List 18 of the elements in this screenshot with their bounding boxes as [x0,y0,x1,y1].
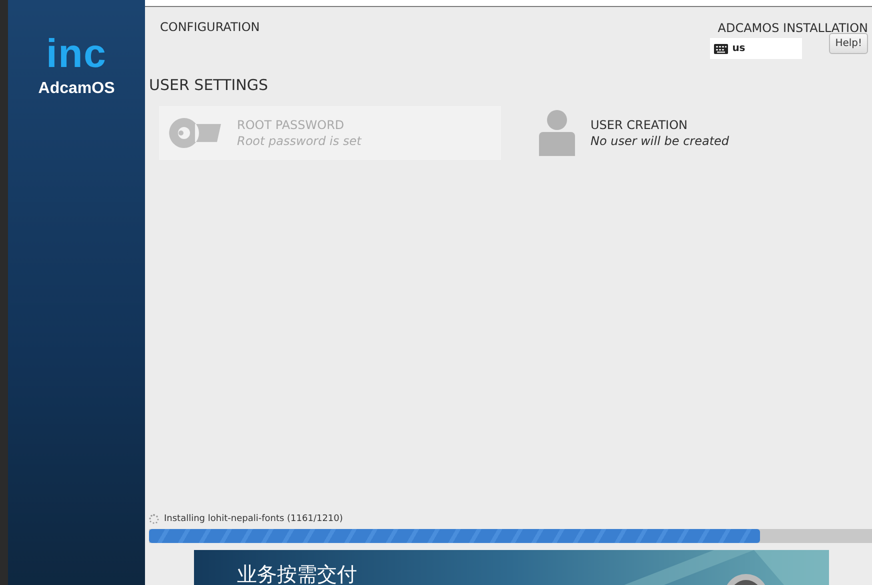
keyboard-icon [714,44,728,54]
settings-spoke[interactable]: USER CREATION No user will be created [530,106,872,160]
progress-status: Installing lohit-nepali-fonts (1161/1210) [164,514,343,524]
logo-text: inc [46,34,107,74]
spoke-title: ROOT PASSWORD [237,118,346,132]
spoke-status: No user will be created [590,134,730,148]
keyboard-layout-field[interactable]: us [710,38,802,59]
help-button[interactable]: Help! [829,33,868,54]
key-icon [167,116,221,150]
user-icon [538,110,574,156]
spoke-status: Root password is set [237,134,362,148]
installer-title: ADCAMOS INSTALLATION [718,21,868,35]
banner-text: 业务按需交付 [237,564,357,584]
product-name: AdcamOS [38,80,115,98]
spoke-title: USER CREATION [590,118,689,132]
spinner-icon [149,514,159,524]
page-title: CONFIGURATION [160,20,261,34]
section-title: USER SETTINGS [149,76,268,94]
